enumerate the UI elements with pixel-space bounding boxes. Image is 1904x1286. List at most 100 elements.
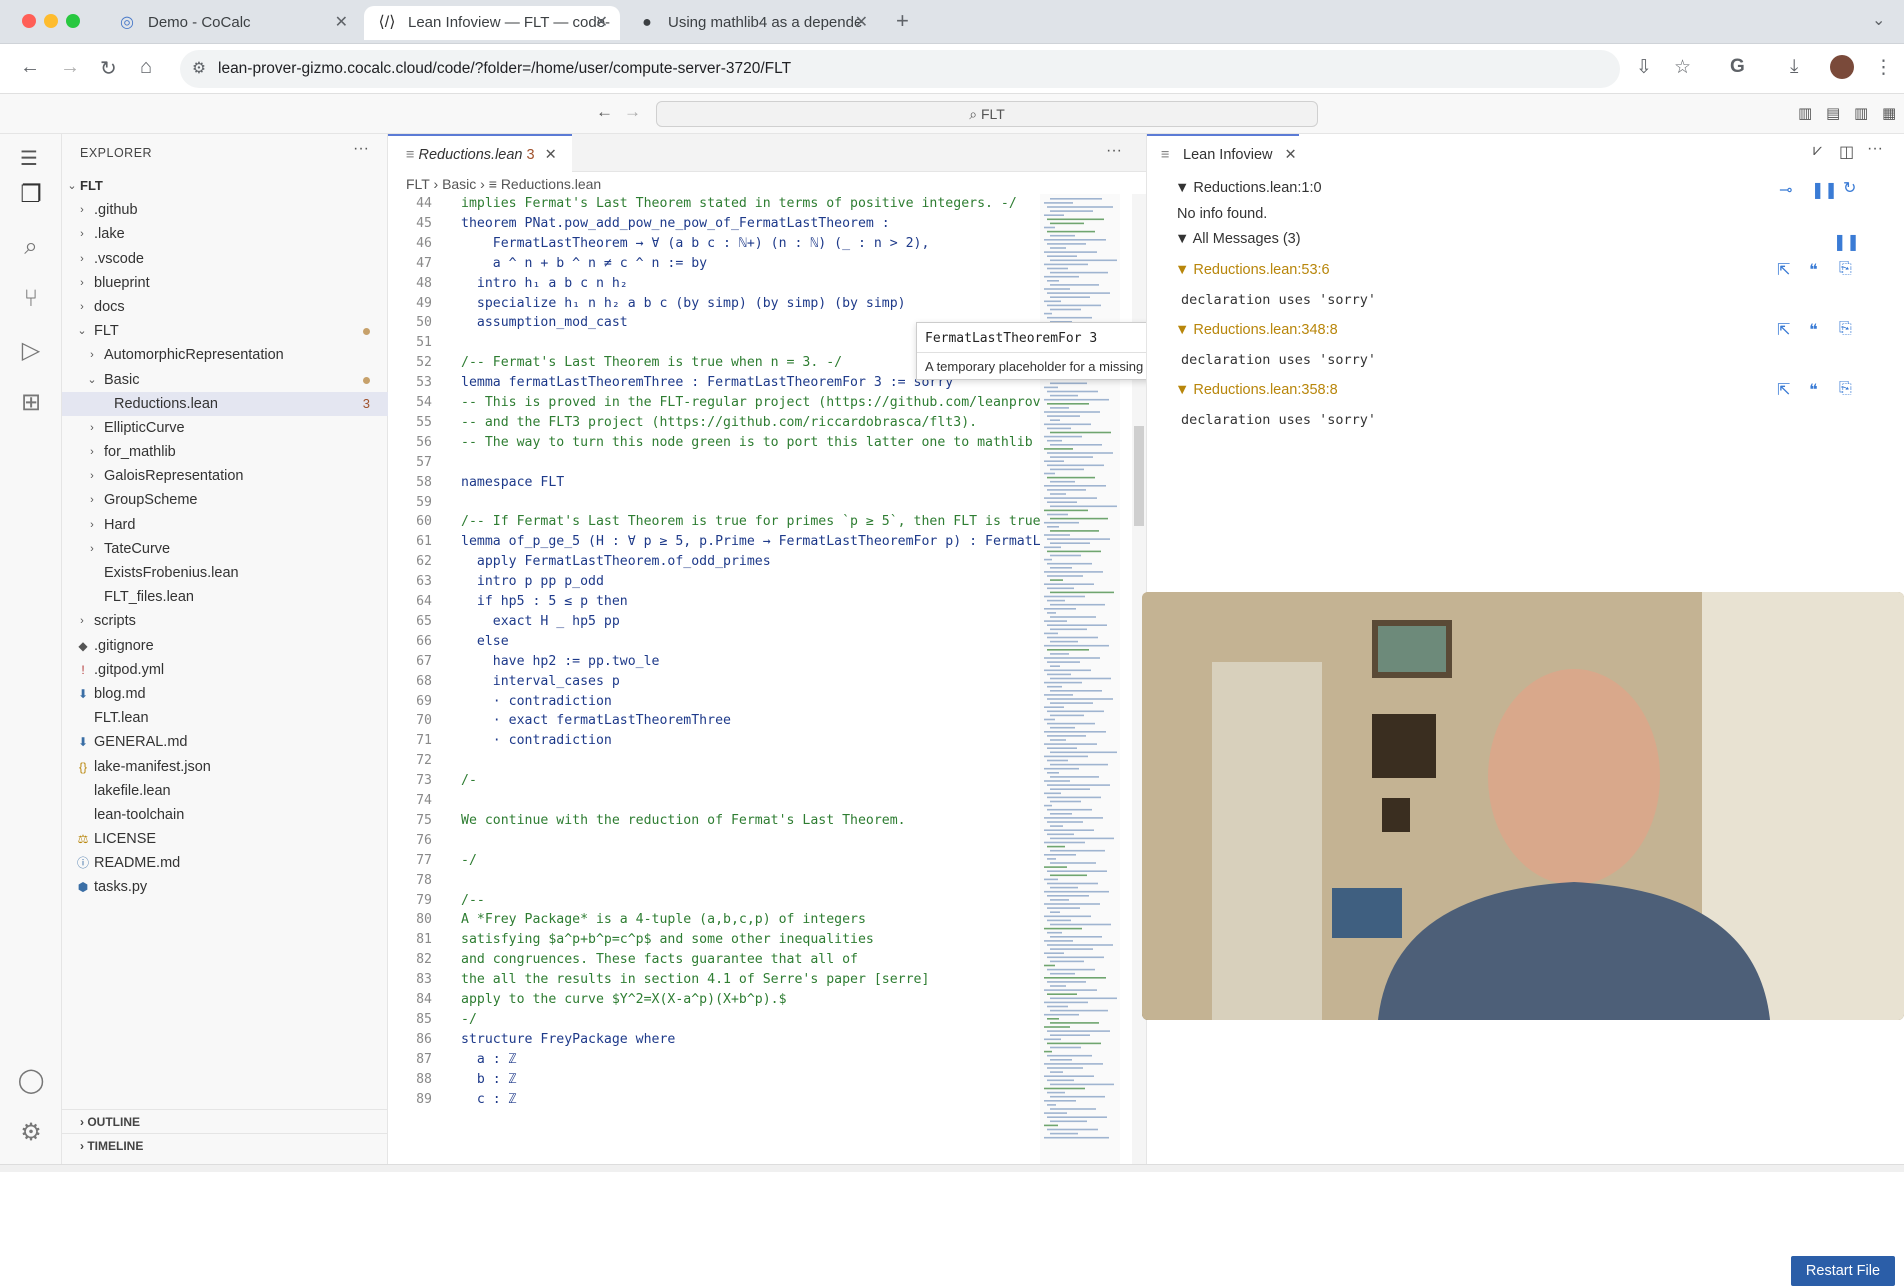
tree-item[interactable]: ! .gitpod.yml <box>62 658 388 682</box>
pause-messages-icon[interactable]: ❚❚ <box>1833 232 1860 252</box>
browser-menu-icon[interactable]: ⋮ <box>1874 56 1893 79</box>
tree-item[interactable]: Reductions.lean 3 <box>62 391 388 416</box>
copy-icon[interactable]: ⎘ <box>1839 380 1852 398</box>
site-info-icon[interactable]: ⚙ <box>192 50 206 88</box>
minimize-window-button[interactable] <box>44 14 58 28</box>
settings-gear-icon[interactable]: ⚙ <box>16 1118 46 1148</box>
code-line[interactable]: a ^ n + b ^ n ≠ c ^ n := by <box>461 256 707 271</box>
explorer-icon[interactable]: ❐ <box>16 180 46 210</box>
all-messages-header[interactable]: ▼ All Messages (3) <box>1175 231 1301 247</box>
goto-icon[interactable]: ⇱ <box>1777 260 1790 280</box>
code-line[interactable]: apply to the curve $Y^2=X(X-a^p)(X+b^p).… <box>461 992 787 1007</box>
goto-icon[interactable]: ⇱ <box>1777 320 1790 340</box>
code-line[interactable]: satisfying $a^p+b^p=c^p$ and some other … <box>461 932 874 947</box>
outline-section[interactable]: › OUTLINE <box>62 1109 388 1133</box>
close-tab-icon[interactable]: ✕ <box>1285 147 1297 163</box>
code-line[interactable]: implies Fermat's Last Theorem stated in … <box>461 196 1017 211</box>
tree-item[interactable]: ⓘ README.md <box>62 851 388 875</box>
code-line[interactable]: if hp5 : 5 ≤ p then <box>461 594 628 609</box>
tree-item[interactable]: {} lake-manifest.json <box>62 755 388 779</box>
tree-item[interactable]: › GroupScheme <box>62 488 388 512</box>
restart-file-button[interactable]: Restart File <box>1791 1256 1895 1286</box>
tree-item[interactable]: ◆ .gitignore <box>62 634 388 658</box>
reload-icon[interactable]: ↻ <box>100 56 117 81</box>
tab-search-icon[interactable]: ⌄ <box>1872 10 1885 30</box>
copy-to-comment-icon[interactable]: ❝ <box>1809 260 1818 280</box>
breadcrumb-item[interactable]: Reductions.lean <box>501 176 601 192</box>
tree-item[interactable]: › .lake <box>62 222 388 246</box>
google-icon[interactable]: G <box>1730 56 1745 78</box>
address-bar[interactable]: ⚙ lean-prover-gizmo.cocalc.cloud/code/?f… <box>180 50 1620 88</box>
code-line[interactable]: apply FermatLastTheorem.of_odd_primes <box>461 554 771 569</box>
tree-item[interactable]: › EllipticCurve <box>62 416 388 440</box>
breadcrumb-item[interactable]: FLT <box>406 176 430 192</box>
code-line[interactable]: and congruences. These facts guarantee t… <box>461 952 858 967</box>
message-location[interactable]: Reductions.lean:358:8 <box>1193 382 1337 398</box>
code-line[interactable]: intro h₁ a b c n h₂ <box>461 276 628 291</box>
close-tab-icon[interactable]: ✕ <box>335 6 348 40</box>
install-app-icon[interactable]: ⇩ <box>1636 56 1652 79</box>
tree-item[interactable]: › blueprint <box>62 271 388 295</box>
timeline-section[interactable]: › TIMELINE <box>62 1133 388 1157</box>
run-debug-icon[interactable]: ▷ <box>16 336 46 366</box>
tree-item[interactable]: › docs <box>62 295 388 319</box>
position-header[interactable]: ▼ Reductions.lean:1:0 <box>1175 180 1322 196</box>
pin-icon[interactable]: ⊸ <box>1779 180 1792 200</box>
command-center[interactable]: ⌕ FLT <box>656 101 1318 127</box>
code-line[interactable]: We continue with the reduction of Fermat… <box>461 813 906 828</box>
code-line[interactable]: /-- If Fermat's Last Theorem is true for… <box>461 514 1041 529</box>
nav-forward-icon[interactable]: → <box>624 102 641 122</box>
tree-item[interactable]: lakefile.lean <box>62 779 388 803</box>
tree-item[interactable]: ⬇ GENERAL.md <box>62 730 388 754</box>
tree-item[interactable]: › Hard <box>62 513 388 537</box>
infoview-tab[interactable]: ≡ Lean Infoview ✕ <box>1147 134 1299 172</box>
copy-icon[interactable]: ⎘ <box>1839 260 1852 278</box>
tree-item[interactable]: › TateCurve <box>62 537 388 561</box>
code-line[interactable]: lemma of_p_ge_5 (H : ∀ p ≥ 5, p.Prime → … <box>461 534 1041 549</box>
message-location[interactable]: Reductions.lean:53:6 <box>1193 262 1329 278</box>
code-line[interactable]: else <box>461 634 509 649</box>
close-window-button[interactable] <box>22 14 36 28</box>
tree-root[interactable]: ⌄ FLT <box>62 174 388 198</box>
browser-tab-github[interactable]: ● Using mathlib4 as a depende ✕ <box>624 6 880 40</box>
close-tab-icon[interactable]: ✕ <box>855 6 868 40</box>
code-line[interactable]: · contradiction <box>461 733 612 748</box>
code-line[interactable]: intro p pp p_odd <box>461 574 604 589</box>
customize-layout-icon[interactable]: ▦ <box>1882 104 1896 122</box>
copy-icon[interactable]: ⎘ <box>1839 320 1852 338</box>
tree-item[interactable]: › scripts <box>62 609 388 633</box>
code-line[interactable]: · contradiction <box>461 694 612 709</box>
code-line[interactable]: structure FreyPackage where <box>461 1032 675 1047</box>
message-location[interactable]: Reductions.lean:348:8 <box>1193 322 1337 338</box>
account-icon[interactable]: ◯ <box>16 1066 46 1096</box>
message-header[interactable]: ▼ Reductions.lean:358:8 <box>1175 382 1338 398</box>
editor-tab-reductions[interactable]: ≡ Reductions.lean 3 ✕ <box>388 134 572 172</box>
breadcrumb-item[interactable]: Basic <box>442 176 476 192</box>
close-tab-icon[interactable]: ✕ <box>595 6 608 40</box>
browser-tab-infoview[interactable]: ⟨/⟩ Lean Infoview — FLT — code- ✕ <box>364 6 620 40</box>
zoom-window-button[interactable] <box>66 14 80 28</box>
tree-item[interactable]: › .github <box>62 198 388 222</box>
nav-back-icon[interactable]: ← <box>596 102 613 122</box>
code-line[interactable]: the all the results in section 4.1 of Se… <box>461 972 929 987</box>
home-icon[interactable]: ⌂ <box>140 56 152 79</box>
tree-item[interactable]: ⚖ LICENSE <box>62 827 388 851</box>
code-line[interactable]: -- This is proved in the FLT-regular pro… <box>461 395 1041 410</box>
tree-item[interactable]: › AutomorphicRepresentation <box>62 343 388 367</box>
code-line[interactable]: lemma fermatLastTheoremThree : FermatLas… <box>461 375 953 390</box>
tree-item[interactable]: ⬇ blog.md <box>62 682 388 706</box>
toggle-panel-icon[interactable]: ▤ <box>1826 104 1840 122</box>
tree-item[interactable]: › GaloisRepresentation <box>62 464 388 488</box>
code-line[interactable]: b : ℤ <box>461 1072 517 1087</box>
forward-icon[interactable]: → <box>60 56 80 79</box>
toggle-sidebar-icon[interactable]: ▥ <box>1798 104 1812 122</box>
tree-item[interactable]: ExistsFrobenius.lean <box>62 561 388 585</box>
tree-item[interactable]: FLT_files.lean <box>62 585 388 609</box>
search-icon[interactable]: ⌕ <box>16 232 46 262</box>
pause-icon[interactable]: ❚❚ <box>1811 180 1838 200</box>
source-control-icon[interactable]: ⑂ <box>16 284 46 314</box>
code-line[interactable]: FermatLastTheorem → ∀ (a b c : ℕ+) (n : … <box>461 236 930 251</box>
goto-icon[interactable]: ⇱ <box>1777 380 1790 400</box>
code-line[interactable]: namespace FLT <box>461 475 564 490</box>
code-line[interactable]: -/ <box>461 853 477 868</box>
